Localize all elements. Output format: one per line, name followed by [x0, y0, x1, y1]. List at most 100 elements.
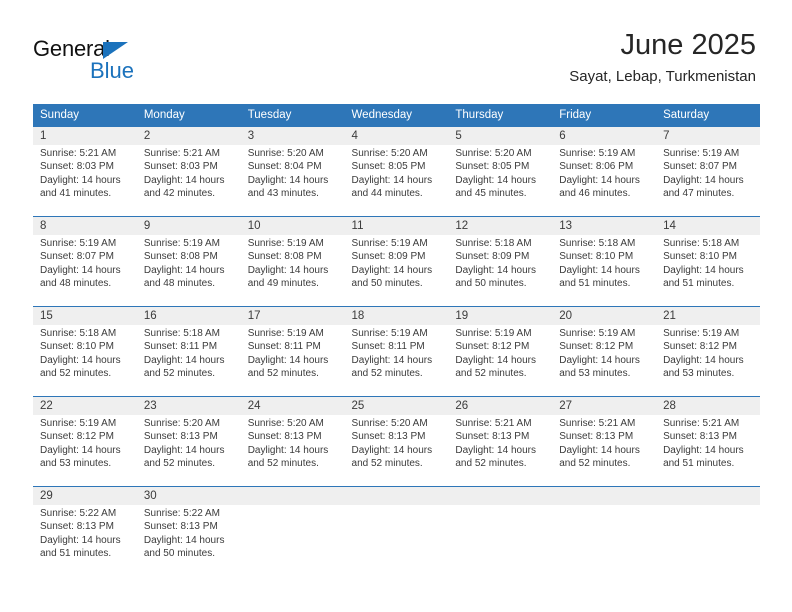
brand-logo[interactable]: General Blue: [33, 37, 233, 89]
sunrise-text: Sunrise: 5:22 AM: [143, 508, 220, 519]
day-detail: Sunrise: 5:19 AM Sunset: 8:07 PM Dayligh…: [656, 145, 760, 217]
daylight-text: Daylight: 14 hours and 52 minutes.: [143, 444, 225, 470]
calendar-grid: Sunday Monday Tuesday Wednesday Thursday…: [33, 104, 760, 576]
day-detail-empty: [552, 505, 657, 576]
day-detail: Sunrise: 5:18 AM Sunset: 8:10 PM Dayligh…: [33, 325, 137, 397]
day-number[interactable]: 4: [344, 126, 449, 145]
sunset-text: Sunset: 8:05 PM: [455, 161, 530, 173]
daylight-text: Daylight: 14 hours and 50 minutes.: [455, 264, 536, 290]
day-number[interactable]: 12: [448, 216, 553, 235]
day-number[interactable]: 6: [552, 126, 657, 145]
weekday-header-monday: Monday: [136, 104, 241, 127]
weekday-header-sunday: Sunday: [33, 104, 137, 127]
sunrise-text: Sunrise: 5:19 AM: [40, 418, 117, 429]
day-detail: Sunrise: 5:21 AM Sunset: 8:13 PM Dayligh…: [448, 415, 553, 487]
day-detail: Sunrise: 5:20 AM Sunset: 8:13 PM Dayligh…: [344, 415, 449, 487]
day-number-empty: [656, 486, 760, 505]
daylight-text: Daylight: 14 hours and 46 minutes.: [559, 174, 640, 200]
sunrise-text: Sunrise: 5:21 AM: [559, 418, 636, 429]
sunrise-text: Sunrise: 5:19 AM: [663, 328, 740, 339]
sunset-text: Sunset: 8:13 PM: [143, 431, 218, 443]
day-number[interactable]: 10: [240, 216, 345, 235]
day-number[interactable]: 3: [240, 126, 345, 145]
day-detail: Sunrise: 5:18 AM Sunset: 8:10 PM Dayligh…: [656, 235, 760, 307]
page-header: General Blue June 2025 Sayat, Lebap, Tur…: [0, 0, 792, 104]
sunrise-text: Sunrise: 5:19 AM: [40, 238, 117, 249]
day-detail: Sunrise: 5:18 AM Sunset: 8:11 PM Dayligh…: [136, 325, 241, 397]
day-number[interactable]: 8: [33, 216, 137, 235]
sunset-text: Sunset: 8:13 PM: [143, 521, 218, 533]
day-number[interactable]: 9: [136, 216, 241, 235]
day-detail: Sunrise: 5:19 AM Sunset: 8:11 PM Dayligh…: [240, 325, 345, 397]
day-number[interactable]: 19: [448, 306, 553, 325]
sunset-text: Sunset: 8:08 PM: [247, 251, 322, 263]
day-detail: Sunrise: 5:20 AM Sunset: 8:05 PM Dayligh…: [448, 145, 553, 217]
daylight-text: Daylight: 14 hours and 51 minutes.: [663, 444, 744, 470]
day-number[interactable]: 22: [33, 396, 137, 415]
day-number[interactable]: 7: [656, 126, 760, 145]
sunset-text: Sunset: 8:12 PM: [455, 341, 530, 353]
sunrise-text: Sunrise: 5:19 AM: [351, 328, 428, 339]
sunrise-text: Sunrise: 5:19 AM: [247, 238, 324, 249]
day-detail: Sunrise: 5:19 AM Sunset: 8:12 PM Dayligh…: [656, 325, 760, 397]
day-number[interactable]: 11: [344, 216, 449, 235]
daylight-text: Daylight: 14 hours and 52 minutes.: [351, 354, 433, 380]
day-detail-empty: [448, 505, 553, 576]
weekday-header-tuesday: Tuesday: [240, 104, 345, 127]
day-detail-empty: [240, 505, 345, 576]
daylight-text: Daylight: 14 hours and 52 minutes.: [455, 354, 536, 380]
sunset-text: Sunset: 8:13 PM: [247, 431, 322, 443]
day-number[interactable]: 17: [240, 306, 345, 325]
day-number[interactable]: 24: [240, 396, 345, 415]
week-row-daynums: 15 16 17 18 19 20 21: [33, 306, 760, 325]
sunrise-text: Sunrise: 5:18 AM: [455, 238, 532, 249]
day-number[interactable]: 15: [33, 306, 137, 325]
sunrise-text: Sunrise: 5:19 AM: [559, 328, 636, 339]
day-number[interactable]: 23: [136, 396, 241, 415]
day-number[interactable]: 30: [136, 486, 241, 505]
day-number-empty: [344, 486, 449, 505]
day-number[interactable]: 25: [344, 396, 449, 415]
day-number[interactable]: 21: [656, 306, 760, 325]
sunset-text: Sunset: 8:11 PM: [351, 341, 425, 353]
daylight-text: Daylight: 14 hours and 52 minutes.: [351, 444, 433, 470]
day-detail: Sunrise: 5:19 AM Sunset: 8:07 PM Dayligh…: [33, 235, 137, 307]
sunset-text: Sunset: 8:06 PM: [559, 161, 634, 173]
day-detail-empty: [656, 505, 760, 576]
day-number[interactable]: 16: [136, 306, 241, 325]
day-number[interactable]: 13: [552, 216, 657, 235]
sunrise-text: Sunrise: 5:18 AM: [559, 238, 636, 249]
week-row-daynums: 1 2 3 4 5 6 7: [33, 126, 760, 145]
sunset-text: Sunset: 8:13 PM: [455, 431, 530, 443]
day-number[interactable]: 27: [552, 396, 657, 415]
day-number[interactable]: 26: [448, 396, 553, 415]
day-number[interactable]: 28: [656, 396, 760, 415]
day-number[interactable]: 2: [136, 126, 241, 145]
sunrise-text: Sunrise: 5:20 AM: [143, 418, 220, 429]
day-number[interactable]: 20: [552, 306, 657, 325]
sunset-text: Sunset: 8:13 PM: [351, 431, 426, 443]
title-block: June 2025 Sayat, Lebap, Turkmenistan: [569, 28, 756, 86]
sunset-text: Sunset: 8:10 PM: [663, 251, 737, 263]
week-row-daynums: 8 9 10 11 12 13 14: [33, 216, 760, 235]
calendar-body: 1 2 3 4 5 6 7 Sunrise: 5:21 AM Sunset: 8…: [33, 126, 760, 576]
day-detail: Sunrise: 5:19 AM Sunset: 8:06 PM Dayligh…: [552, 145, 657, 217]
day-number[interactable]: 14: [656, 216, 760, 235]
sunset-text: Sunset: 8:04 PM: [247, 161, 322, 173]
day-detail: Sunrise: 5:20 AM Sunset: 8:13 PM Dayligh…: [136, 415, 241, 487]
day-number[interactable]: 18: [344, 306, 449, 325]
day-number[interactable]: 1: [33, 126, 137, 145]
day-detail: Sunrise: 5:22 AM Sunset: 8:13 PM Dayligh…: [33, 505, 137, 576]
day-detail: Sunrise: 5:20 AM Sunset: 8:13 PM Dayligh…: [240, 415, 345, 487]
day-detail-empty: [344, 505, 449, 576]
sunrise-text: Sunrise: 5:18 AM: [40, 328, 117, 339]
sunset-text: Sunset: 8:12 PM: [40, 431, 114, 443]
day-number[interactable]: 29: [33, 486, 137, 505]
day-number[interactable]: 5: [448, 126, 553, 145]
daylight-text: Daylight: 14 hours and 52 minutes.: [455, 444, 536, 470]
sunset-text: Sunset: 8:11 PM: [143, 341, 218, 353]
sunset-text: Sunset: 8:10 PM: [40, 341, 114, 353]
weekday-header-friday: Friday: [552, 104, 657, 127]
day-detail: Sunrise: 5:19 AM Sunset: 8:12 PM Dayligh…: [552, 325, 657, 397]
daylight-text: Daylight: 14 hours and 52 minutes.: [143, 354, 225, 380]
